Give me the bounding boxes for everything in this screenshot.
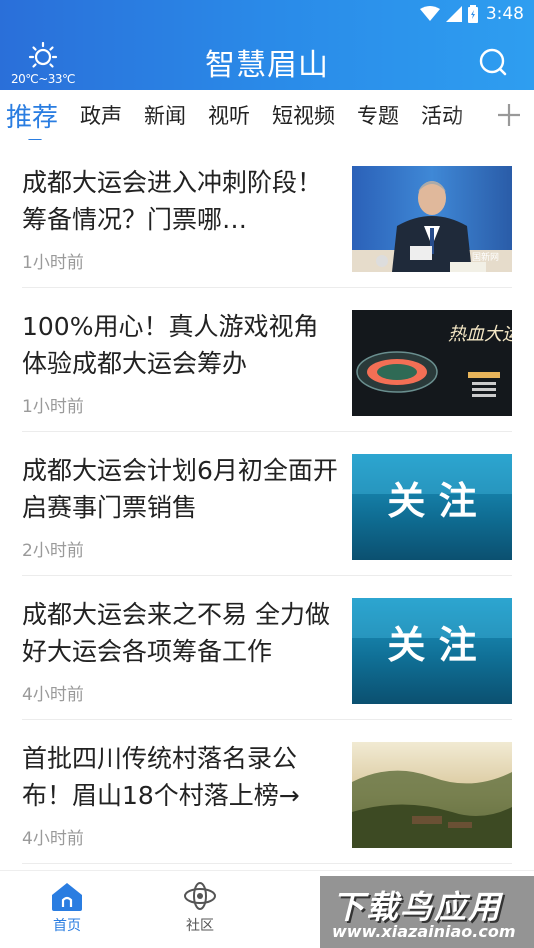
add-channel-button[interactable]	[484, 90, 534, 140]
nav-home-label: 首页	[53, 918, 81, 934]
bottom-nav: 首页 社区 下载鸟应用 www.xiazainiao.com	[0, 870, 534, 948]
news-time: 4小时前	[22, 829, 84, 849]
news-time: 1小时前	[22, 253, 84, 273]
battery-icon	[467, 5, 478, 23]
news-title: 成都大运会计划6月初全面开启赛事门票销售	[22, 456, 338, 522]
wifi-icon	[419, 6, 440, 21]
nav-community[interactable]: 社区	[160, 881, 240, 935]
news-title: 首批四川传统村落名录公布！眉山18个村落上榜→	[22, 744, 300, 810]
status-time: 3:48	[485, 4, 524, 24]
thumb-caption: 关 注	[387, 623, 476, 667]
news-title: 100%用心！真人游戏视角体验成都大运会筹办	[22, 312, 319, 378]
tab-recommend[interactable]: 推荐	[6, 97, 59, 140]
watermark: 下载鸟应用 www.xiazainiao.com	[320, 876, 534, 948]
tab-label: 推荐	[6, 102, 59, 133]
tab-audiovisual[interactable]: 视听	[208, 100, 250, 130]
category-tabs: 推荐 政声 新闻 视听 短视频 专题 活动	[0, 90, 534, 140]
list-item[interactable]: 首批四川传统村落名录公布！眉山18个村落上榜→ 4小时前	[22, 720, 512, 864]
plus-icon	[498, 104, 520, 126]
tab-active-indicator	[28, 138, 42, 140]
nav-home[interactable]: 首页	[27, 881, 107, 935]
app-header: 3:48 20℃~33℃ 智慧眉山	[0, 0, 534, 90]
tabs-fade	[454, 90, 484, 140]
home-icon	[52, 883, 82, 911]
news-thumbnail: 热血大运	[352, 310, 512, 416]
news-time: 1小时前	[22, 397, 84, 417]
news-title: 成都大运会来之不易 全力做好大运会各项筹备工作	[22, 600, 330, 666]
tab-politics[interactable]: 政声	[80, 100, 122, 130]
list-item[interactable]: 成都大运会来之不易 全力做好大运会各项筹备工作 4小时前 关 注	[22, 576, 512, 720]
news-list: 成都大运会进入冲刺阶段！筹备情况？门票哪… 1小时前 国新网 100%用心！真人…	[0, 144, 534, 864]
news-title: 成都大运会进入冲刺阶段！筹备情况？门票哪…	[22, 168, 323, 234]
signal-icon	[445, 6, 462, 22]
tab-topics[interactable]: 专题	[357, 100, 399, 130]
thumb-caption: 热血大运	[448, 324, 512, 345]
tab-short-video[interactable]: 短视频	[272, 100, 335, 130]
news-thumbnail: 关 注	[352, 598, 512, 704]
thumb-caption: 关 注	[387, 479, 476, 523]
news-thumbnail: 国新网	[352, 166, 512, 272]
news-thumbnail: 关 注	[352, 454, 512, 560]
news-time: 2小时前	[22, 541, 84, 561]
list-item[interactable]: 成都大运会进入冲刺阶段！筹备情况？门票哪… 1小时前 国新网	[22, 144, 512, 288]
watermark-url: www.xiazainiao.com	[332, 922, 516, 941]
search-icon[interactable]	[478, 47, 508, 77]
list-item[interactable]: 成都大运会计划6月初全面开启赛事门票销售 2小时前 关 注	[22, 432, 512, 576]
page-title: 智慧眉山	[205, 48, 329, 83]
status-bar: 3:48	[0, 0, 534, 28]
list-item[interactable]: 100%用心！真人游戏视角体验成都大运会筹办 1小时前 热血大运	[22, 288, 512, 432]
nav-community-label: 社区	[186, 918, 214, 934]
news-time: 4小时前	[22, 685, 84, 705]
thumb-caption: 国新网	[472, 251, 499, 263]
news-thumbnail	[352, 742, 512, 848]
tab-news[interactable]: 新闻	[144, 100, 186, 130]
community-icon	[184, 882, 216, 910]
